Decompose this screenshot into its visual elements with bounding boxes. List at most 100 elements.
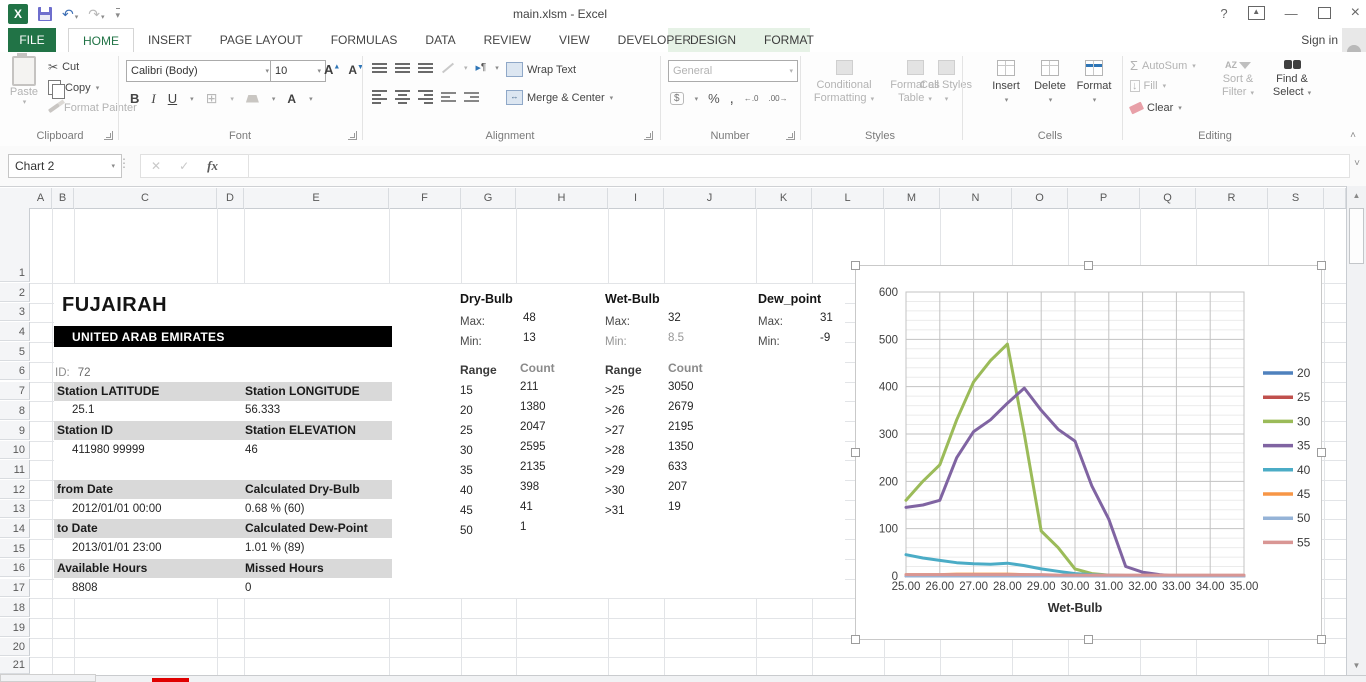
alignment-dialog-launcher-icon[interactable] <box>644 131 653 140</box>
close-icon[interactable]: × <box>1351 4 1360 22</box>
accounting-format-icon[interactable]: $ <box>670 92 684 105</box>
restore-icon[interactable] <box>1318 7 1331 19</box>
align-left-icon[interactable] <box>372 90 387 104</box>
text-direction-icon[interactable]: ▶¶ <box>476 62 487 73</box>
row-header-9[interactable]: 9 <box>0 421 30 440</box>
column-header-C[interactable]: C <box>74 188 217 208</box>
legend-label-25[interactable]: 25 <box>1297 390 1311 404</box>
copy-dropdown-icon[interactable]: ▾ <box>96 84 100 92</box>
row-header-5[interactable]: 5 <box>0 342 30 361</box>
row-header-11[interactable]: 11 <box>0 460 30 479</box>
selection-handle[interactable] <box>851 635 860 644</box>
selection-handle[interactable] <box>1317 448 1326 457</box>
row-header-6[interactable]: 6 <box>0 362 30 381</box>
font-name-select[interactable]: Calibri (Body)▾ <box>126 60 274 82</box>
legend-label-50[interactable]: 50 <box>1297 511 1311 525</box>
row-header-15[interactable]: 15 <box>0 539 30 558</box>
selection-handle[interactable] <box>1084 261 1093 270</box>
italic-button[interactable]: I <box>151 91 155 107</box>
insert-function-icon[interactable]: fx <box>207 158 218 174</box>
confirm-formula-icon[interactable]: ✓ <box>179 159 189 173</box>
column-header-S[interactable]: S <box>1268 188 1324 208</box>
tab-home[interactable]: HOME <box>68 28 134 52</box>
legend-label-30[interactable]: 30 <box>1297 414 1311 428</box>
legend-label-55[interactable]: 55 <box>1297 535 1311 549</box>
borders-icon[interactable]: ⊞ <box>206 90 218 107</box>
column-header-I[interactable]: I <box>608 188 664 208</box>
row-header-12[interactable]: 12 <box>0 480 30 499</box>
cell-styles-button[interactable]: Cell Styles ▾ <box>920 60 972 106</box>
tab-page-layout[interactable]: PAGE LAYOUT <box>206 28 317 52</box>
delete-cells-button[interactable]: Delete▾ <box>1028 60 1072 107</box>
collapse-ribbon-icon[interactable]: ˄ <box>1350 130 1356 141</box>
excel-logo-icon[interactable]: X <box>8 4 28 24</box>
row-header-13[interactable]: 13 <box>0 500 30 519</box>
font-size-select[interactable]: 10▾ <box>270 60 326 82</box>
clear-button[interactable]: Clear▾ <box>1130 102 1182 114</box>
column-header-O[interactable]: O <box>1012 188 1068 208</box>
name-box[interactable]: Chart 2▾ <box>8 154 122 178</box>
selection-handle[interactable] <box>851 448 860 457</box>
minimize-icon[interactable]: — <box>1285 6 1298 21</box>
series-line-55[interactable] <box>906 575 1244 576</box>
column-header-J[interactable]: J <box>664 188 756 208</box>
redo-dropdown-icon[interactable]: ▾ <box>101 14 105 21</box>
scroll-up-icon[interactable]: ▲ <box>1349 188 1364 204</box>
column-header-K[interactable]: K <box>756 188 812 208</box>
redo-button[interactable]: ↷▾ <box>88 6 104 23</box>
vertical-scrollbar-thumb[interactable] <box>1349 208 1364 264</box>
comma-style-icon[interactable]: , <box>730 90 734 107</box>
legend-label-35[interactable]: 35 <box>1297 439 1311 453</box>
cut-button[interactable]: ✂Cut <box>48 60 79 74</box>
increase-indent-icon[interactable] <box>464 92 479 102</box>
underline-button[interactable]: U <box>168 91 177 106</box>
bold-button[interactable]: B <box>130 91 139 106</box>
copy-button[interactable]: Copy▾ <box>48 80 99 95</box>
accounting-dropdown-icon[interactable]: ▾ <box>695 95 699 103</box>
column-header-R[interactable]: R <box>1196 188 1268 208</box>
row-header-8[interactable]: 8 <box>0 401 30 420</box>
selection-handle[interactable] <box>851 261 860 270</box>
vertical-scrollbar[interactable]: ▲ ▼ <box>1346 186 1366 682</box>
merge-dropdown-icon[interactable]: ▾ <box>610 94 614 102</box>
sheet-tab-strip[interactable] <box>0 674 96 682</box>
selection-handle[interactable] <box>1317 261 1326 270</box>
tab-format[interactable]: FORMAT <box>750 28 828 52</box>
number-format-select[interactable]: General▾ <box>668 60 798 82</box>
middle-align-icon[interactable] <box>395 63 410 73</box>
wrap-text-button[interactable]: Wrap Text <box>506 62 576 77</box>
font-color-button[interactable]: A <box>287 94 296 104</box>
tab-formulas[interactable]: FORMULAS <box>317 28 412 52</box>
undo-dropdown-icon[interactable]: ▾ <box>75 14 79 21</box>
percent-style-icon[interactable]: % <box>708 91 720 106</box>
legend-label-40[interactable]: 40 <box>1297 463 1311 477</box>
row-header-16[interactable]: 16 <box>0 559 30 578</box>
column-header-N[interactable]: N <box>940 188 1012 208</box>
increase-decimal-icon[interactable]: ←.0 <box>744 94 759 103</box>
column-header-A[interactable]: A <box>30 188 52 208</box>
orientation-dropdown-icon[interactable]: ▾ <box>464 64 468 72</box>
font-color-dropdown-icon[interactable]: ▾ <box>309 95 313 103</box>
row-header-2[interactable]: 2 <box>0 283 30 302</box>
bottom-align-icon[interactable] <box>418 63 433 73</box>
underline-dropdown-icon[interactable]: ▾ <box>190 95 194 103</box>
horizontal-scrollbar[interactable] <box>0 675 1366 682</box>
legend-label-20[interactable]: 20 <box>1297 366 1311 380</box>
row-header-19[interactable]: 19 <box>0 618 30 637</box>
chart-object[interactable]: 010020030040050060025.0026.0027.0028.002… <box>855 265 1322 640</box>
row-header-1[interactable]: 1 <box>0 208 30 282</box>
insert-cells-button[interactable]: Insert▾ <box>984 60 1028 107</box>
name-box-dropdown-icon[interactable]: ▾ <box>111 162 115 170</box>
find-select-button[interactable]: Find & Select ▾ <box>1266 60 1318 100</box>
column-header-E[interactable]: E <box>244 188 389 208</box>
column-header-Q[interactable]: Q <box>1140 188 1196 208</box>
worksheet[interactable]: ABCDEFGHIJKLMNOPQRS 12345678910111213141… <box>0 186 1366 682</box>
tab-review[interactable]: REVIEW <box>470 28 545 52</box>
column-header-G[interactable]: G <box>461 188 516 208</box>
row-header-18[interactable]: 18 <box>0 598 30 617</box>
clipboard-dialog-launcher-icon[interactable] <box>104 131 113 140</box>
row-header-3[interactable]: 3 <box>0 303 30 322</box>
ribbon-display-options-icon[interactable]: ▲ <box>1248 6 1265 20</box>
orientation-icon[interactable] <box>442 62 454 73</box>
undo-button[interactable]: ↶▾ <box>62 6 78 23</box>
